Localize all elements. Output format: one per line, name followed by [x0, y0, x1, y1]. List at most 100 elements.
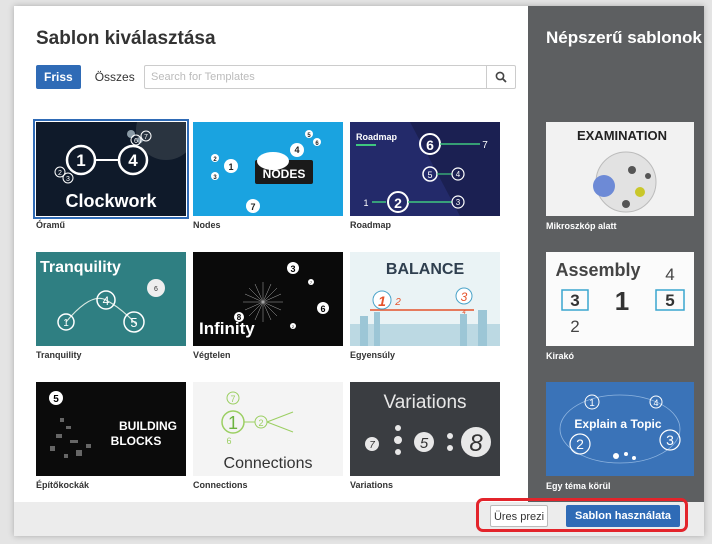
thumb-number: 1	[63, 318, 69, 329]
template-thumbnail: EXAMINATION	[546, 122, 694, 216]
template-card-connections[interactable]: 7 1 2 6 Connections Connections	[193, 382, 343, 490]
thumb-number: 6	[226, 436, 231, 446]
template-thumbnail: NODES 1 2 3 4 5 6 7	[193, 122, 343, 216]
infinity-preview: Infinity 3 8 6 7 2	[199, 262, 329, 338]
popular-card-assembly[interactable]: Assembly 4 3 1 5 2 Kirakó	[546, 252, 694, 361]
thumb-number: 2	[576, 436, 584, 452]
template-caption: Végtelen	[193, 350, 231, 360]
clockwork-preview: 1 4 2 3 6 7 Clockwork	[54, 122, 186, 211]
template-caption: Tranquility	[36, 350, 82, 360]
template-card-balance[interactable]: BALANCE 1 2 3 4 Egyensúly	[350, 252, 500, 360]
variations-preview: Variations 7 5 8	[365, 392, 491, 457]
template-card-clockwork[interactable]: 1 4 2 3 6 7 Clockwork Óramű	[33, 119, 189, 230]
examination-preview: EXAMINATION	[577, 128, 667, 213]
thumb-number: 5	[53, 394, 59, 405]
search-input[interactable]	[145, 66, 487, 88]
template-browser: Sablon kiválasztása Friss Összes Search …	[14, 6, 528, 536]
thumb-number: 2	[258, 418, 263, 428]
thumb-title: Variations	[383, 392, 466, 413]
template-caption: Connections	[193, 480, 248, 490]
thumb-number: 2	[394, 195, 402, 211]
thumb-title: Tranquility	[40, 259, 121, 276]
thumb-number: 3	[66, 176, 70, 183]
template-dialog: Sablon kiválasztása Friss Összes Search …	[14, 6, 704, 536]
dialog-title: Sablon kiválasztása	[36, 28, 216, 49]
template-card-infinity[interactable]: Infinity 3 8 6 7 2 Végtelen	[193, 252, 343, 360]
thumb-title: BALANCE	[386, 261, 465, 278]
search-box	[144, 65, 516, 89]
nodes-preview: NODES 1 2 3 4 5 6 7	[211, 130, 321, 213]
thumb-number: 7	[230, 394, 235, 404]
search-icon	[495, 71, 507, 83]
balance-preview: BALANCE 1 2 3 4	[350, 261, 500, 346]
template-caption: Egyensúly	[350, 350, 396, 360]
template-thumbnail: Roadmap 6 7 5 4 1 2 3	[350, 122, 500, 216]
template-card-building-blocks[interactable]: 5 BUILDING BLOCKS Építőkockák	[36, 382, 186, 490]
thumb-number: 3	[456, 198, 461, 207]
template-card-tranquility[interactable]: Tranquility 1 4 5 6 Tranquility	[36, 252, 186, 360]
thumb-number: 1	[363, 198, 368, 208]
thumb-number: 4	[665, 265, 674, 284]
thumb-title: Explain a Topic	[574, 417, 661, 431]
thumb-number: 3	[570, 291, 579, 310]
popular-card-examination[interactable]: EXAMINATION Mikroszkóp alatt	[546, 122, 694, 231]
thumb-title: BUILDING	[119, 419, 177, 433]
use-template-button[interactable]: Sablon használata	[566, 505, 680, 527]
thumb-number: 5	[427, 170, 432, 180]
template-card-variations[interactable]: Variations 7 5 8 Variations	[350, 382, 500, 490]
template-thumbnail: 7 1 2 6 Connections	[193, 382, 343, 476]
template-caption: Nodes	[193, 220, 221, 230]
thumb-number: 5	[130, 315, 137, 330]
tranquility-preview: Tranquility 1 4 5 6	[36, 252, 186, 346]
popular-templates-panel: Népszerű sablonok EXAMINATION Mikroszkóp…	[528, 6, 704, 536]
thumb-title: Clockwork	[65, 191, 157, 211]
thumb-number: 6	[426, 137, 434, 153]
thumb-title-2: BLOCKS	[111, 434, 162, 448]
template-thumbnail: 1 4 2 3 6 7 Clockwork	[33, 119, 189, 219]
thumb-number: 1	[589, 398, 595, 409]
thumb-number: 7	[482, 140, 488, 151]
template-card-nodes[interactable]: NODES 1 2 3 4 5 6 7 Nodes	[193, 122, 343, 230]
template-card-roadmap[interactable]: Roadmap 6 7 5 4 1 2 3 Roadmap	[350, 122, 500, 230]
thumb-number: 1	[228, 413, 238, 433]
tab-recent[interactable]: Friss	[36, 65, 81, 89]
thumb-number: 2	[58, 170, 62, 177]
template-caption: Építőkockák	[36, 480, 90, 490]
assembly-preview: Assembly 4 3 1 5 2	[555, 260, 685, 336]
thumb-number: 1	[228, 162, 233, 172]
template-thumbnail: 5 BUILDING BLOCKS	[36, 382, 186, 476]
thumb-number: 4	[653, 398, 658, 408]
thumb-number: 4	[128, 151, 138, 170]
connections-preview: 7 1 2 6 Connections	[221, 391, 313, 472]
roadmap-preview: Roadmap 6 7 5 4 1 2 3	[356, 122, 500, 216]
template-thumbnail: BALANCE 1 2 3 4	[350, 252, 500, 346]
thumb-number: 2	[570, 317, 579, 336]
thumb-number: 1	[76, 151, 85, 170]
thumb-number: 7	[144, 134, 148, 141]
building-blocks-preview: 5 BUILDING BLOCKS	[49, 391, 177, 458]
thumb-number: 5	[665, 291, 674, 310]
popular-card-explain-topic[interactable]: 1 4 Explain a Topic 2 3 Egy téma körül	[546, 382, 694, 491]
search-button[interactable]	[486, 66, 515, 88]
thumb-number: 4	[294, 145, 299, 155]
filter-tabs: Friss Összes	[36, 65, 143, 89]
thumb-number: 2	[394, 297, 401, 308]
template-caption: Óramű	[36, 220, 66, 230]
template-thumbnail: Tranquility 1 4 5 6	[36, 252, 186, 346]
tab-all[interactable]: Összes	[87, 65, 143, 89]
thumb-number: 4	[456, 170, 461, 179]
empty-prezi-button[interactable]: Üres prezi	[490, 505, 548, 527]
explain-topic-preview: 1 4 Explain a Topic 2 3	[546, 382, 694, 476]
thumb-number: 4	[103, 294, 110, 308]
template-thumbnail: Variations 7 5 8	[350, 382, 500, 476]
thumb-title: EXAMINATION	[577, 128, 667, 143]
thumb-number: 3	[290, 264, 295, 274]
thumb-title: NODES	[263, 167, 306, 181]
thumb-number: 1	[615, 286, 629, 316]
template-caption: Variations	[350, 480, 394, 490]
thumb-number: 7	[369, 440, 375, 451]
thumb-title: Connections	[224, 455, 313, 472]
thumb-number: 8	[469, 430, 483, 457]
thumb-number: 6	[134, 138, 138, 145]
thumb-number: 8	[237, 313, 242, 322]
